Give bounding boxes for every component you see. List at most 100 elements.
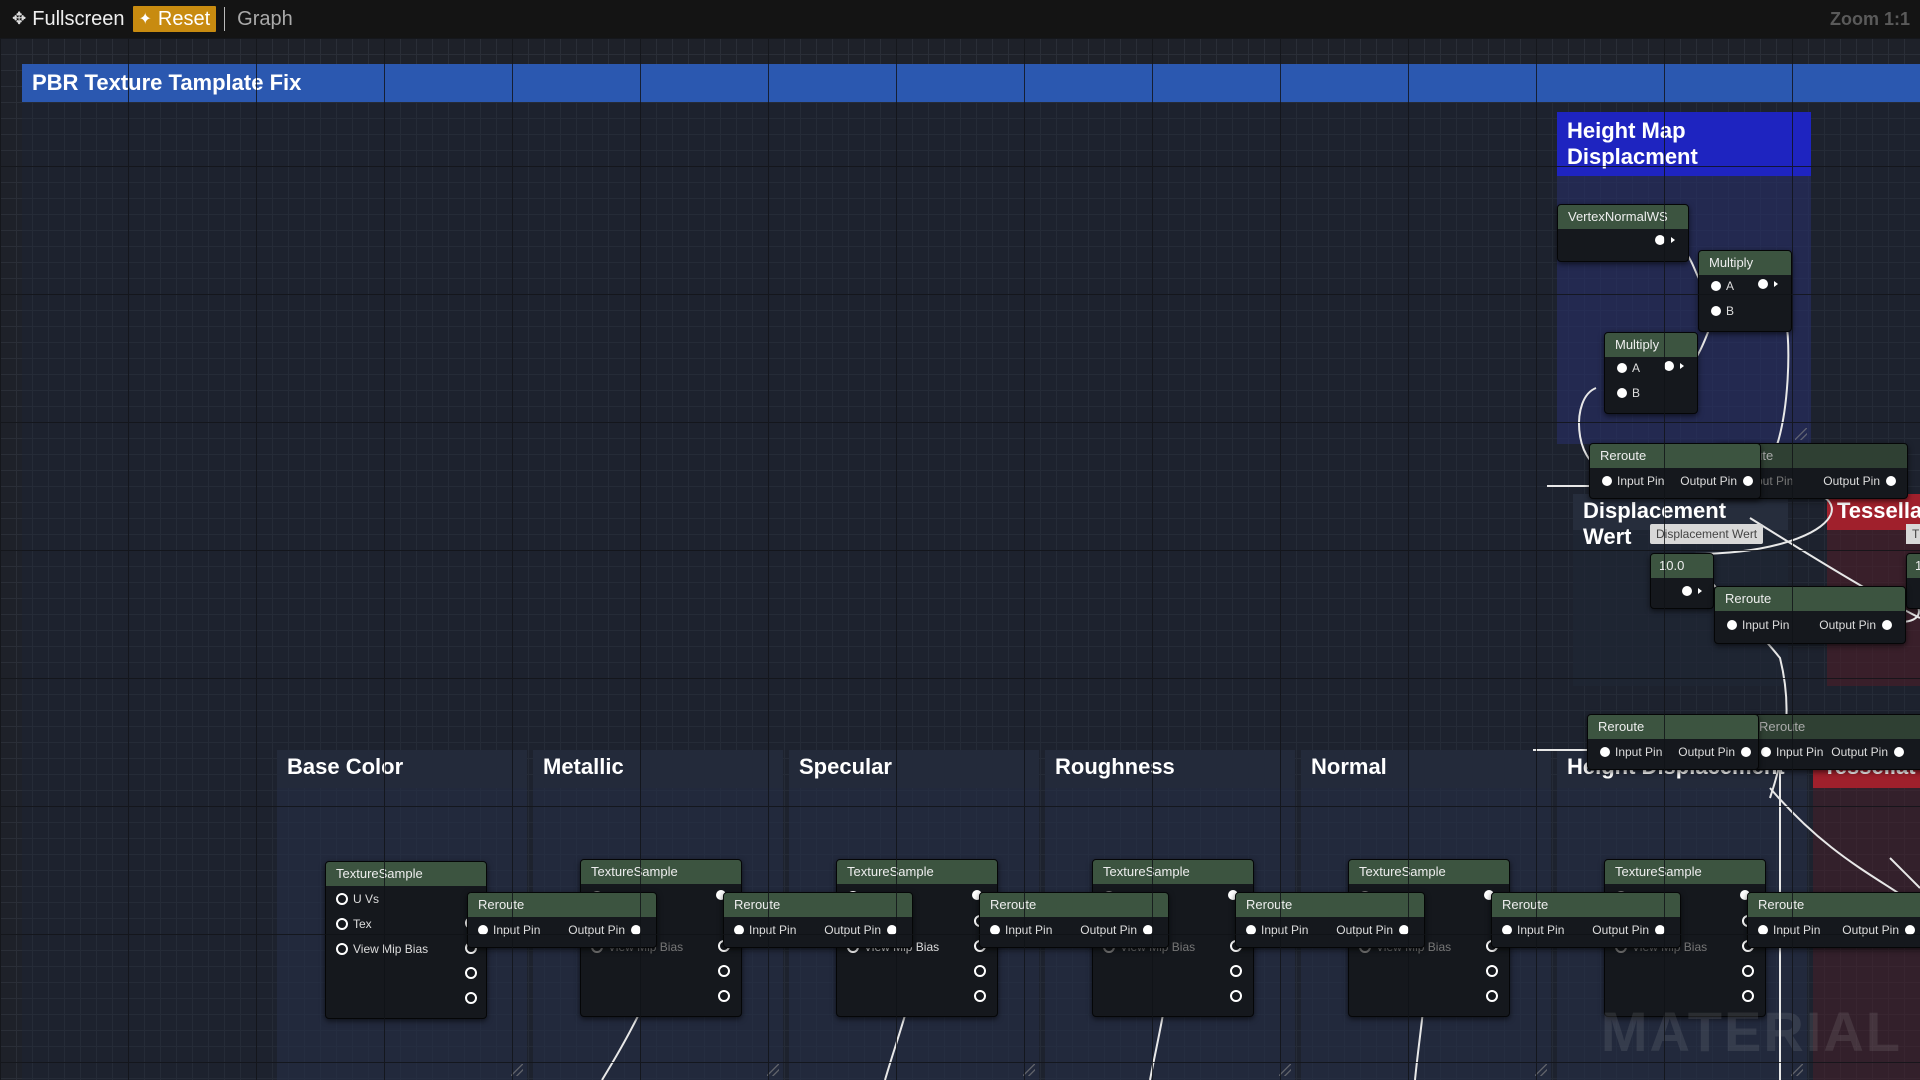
fullscreen-button[interactable]: ✥ Fullscreen bbox=[8, 0, 129, 38]
node-title: TextureSample bbox=[1349, 860, 1509, 884]
input-pin[interactable]: Input Pin bbox=[1246, 923, 1308, 937]
reset-label: Reset bbox=[157, 7, 211, 30]
node-reroute-roughness[interactable]: Reroute Input Pin Output Pin bbox=[1235, 892, 1425, 948]
input-pin[interactable]: Input Pin bbox=[1602, 474, 1664, 488]
input-pin[interactable]: Input Pin bbox=[1758, 923, 1820, 937]
pin-tex[interactable]: Tex bbox=[336, 917, 372, 931]
pin-a[interactable]: A bbox=[1711, 279, 1734, 293]
output-pin[interactable]: Output Pin bbox=[824, 923, 902, 937]
output-pin[interactable] bbox=[1758, 279, 1781, 289]
pin-mip[interactable]: View Mip Bias bbox=[336, 942, 428, 956]
output-pin[interactable] bbox=[465, 967, 482, 979]
pin-uvs[interactable]: U Vs bbox=[336, 892, 379, 906]
node-title: TextureSample bbox=[1605, 860, 1765, 884]
resize-handle[interactable] bbox=[1795, 428, 1807, 440]
input-pin[interactable]: Input Pin bbox=[1600, 745, 1662, 759]
resize-handle[interactable] bbox=[1791, 1064, 1803, 1076]
output-pin[interactable] bbox=[1664, 361, 1687, 371]
material-watermark: MATERIAL bbox=[1600, 1000, 1902, 1063]
output-pin[interactable]: Output Pin bbox=[1680, 474, 1758, 488]
node-title: TextureSample bbox=[581, 860, 741, 884]
node-value: 10.0 bbox=[1651, 554, 1713, 578]
comment-title-pbr: PBR Texture Tamplate Fix bbox=[22, 64, 1920, 102]
expand-icon: ✥ bbox=[12, 9, 27, 28]
node-title: TextureSample bbox=[1093, 860, 1253, 884]
resize-handle[interactable] bbox=[1279, 1064, 1291, 1076]
input-pin[interactable]: Input Pin bbox=[1727, 618, 1789, 632]
output-pin[interactable]: Output Pin bbox=[568, 923, 646, 937]
node-reroute-normal[interactable]: Reroute Input Pin Output Pin bbox=[1491, 892, 1681, 948]
output-pin[interactable]: Output Pin bbox=[1819, 618, 1897, 632]
node-reroute-metallic[interactable]: Reroute Input Pin Output Pin bbox=[723, 892, 913, 948]
graph-tab[interactable]: Graph bbox=[233, 0, 297, 38]
output-pin[interactable] bbox=[1682, 586, 1705, 596]
tess-param-label: T bbox=[1906, 524, 1920, 544]
node-tess-parameter[interactable]: 1 bbox=[1906, 553, 1920, 609]
node-title: Reroute bbox=[1748, 893, 1920, 917]
output-pin[interactable] bbox=[465, 992, 482, 1004]
node-title: TextureSample bbox=[326, 862, 486, 886]
node-title: Multiply bbox=[1605, 333, 1697, 357]
toolbar: ✥ Fullscreen ✦ Reset Graph Zoom 1:1 bbox=[0, 0, 1920, 39]
input-pin[interactable]: Input Pin bbox=[734, 923, 796, 937]
comment-title-roughness: Roughness bbox=[1045, 750, 1295, 788]
node-multiply-1[interactable]: Multiply A B bbox=[1698, 250, 1792, 332]
output-pin[interactable] bbox=[1486, 990, 1503, 1002]
output-pin[interactable]: Output Pin bbox=[1080, 923, 1158, 937]
resize-handle[interactable] bbox=[511, 1064, 523, 1076]
node-reroute-base-color[interactable]: Reroute Input Pin Output Pin bbox=[467, 892, 657, 948]
node-title: Reroute bbox=[468, 893, 656, 917]
node-reroute-ghost-mid[interactable]: Reroute Input Pin Output Pin bbox=[1748, 714, 1920, 770]
output-pin[interactable] bbox=[974, 965, 991, 977]
resize-handle[interactable] bbox=[1535, 1064, 1547, 1076]
output-pin[interactable] bbox=[1230, 990, 1247, 1002]
comment-title-normal: Normal bbox=[1301, 750, 1551, 788]
node-reroute-height-in[interactable]: Reroute Input Pin Output Pin bbox=[1587, 714, 1759, 770]
node-reroute-specular[interactable]: Reroute Input Pin Output Pin bbox=[979, 892, 1169, 948]
output-pin[interactable] bbox=[1486, 965, 1503, 977]
output-pin[interactable]: Output Pin bbox=[1592, 923, 1670, 937]
node-reroute-height[interactable]: Reroute Input Pin Output Pin bbox=[1747, 892, 1920, 948]
node-vertex-normal[interactable]: VertexNormalWS bbox=[1557, 204, 1689, 262]
node-reroute-displacement-in[interactable]: Reroute Input Pin Output Pin bbox=[1589, 443, 1761, 499]
output-pin[interactable] bbox=[1742, 965, 1759, 977]
fullscreen-label: Fullscreen bbox=[32, 7, 125, 30]
node-scalar-parameter[interactable]: 10.0 bbox=[1650, 553, 1714, 609]
node-reroute-displacement-out[interactable]: Reroute Input Pin Output Pin bbox=[1714, 586, 1906, 644]
node-texture-sample-base-color[interactable]: TextureSample U Vs Tex View Mip Bias bbox=[325, 861, 487, 1019]
output-pin[interactable]: Output Pin bbox=[1842, 923, 1920, 937]
comment-title-specular: Specular bbox=[789, 750, 1039, 788]
comment-title-metallic: Metallic bbox=[533, 750, 783, 788]
output-pin[interactable]: Output Pin bbox=[1823, 474, 1901, 488]
node-title: Reroute bbox=[1749, 715, 1920, 739]
input-pin[interactable]: Input Pin bbox=[1502, 923, 1564, 937]
node-multiply-2[interactable]: Multiply A B bbox=[1604, 332, 1698, 414]
graph-canvas[interactable]: PBR Texture Tamplate Fix Height Map Disp… bbox=[0, 38, 1920, 1080]
input-pin[interactable]: Input Pin bbox=[990, 923, 1052, 937]
output-pin[interactable] bbox=[1230, 965, 1247, 977]
node-title: Reroute bbox=[1590, 444, 1760, 468]
pin-b[interactable]: B bbox=[1617, 386, 1640, 400]
node-title: Reroute bbox=[1492, 893, 1680, 917]
param-name-label: Displacement Wert bbox=[1650, 524, 1764, 544]
reset-button[interactable]: ✦ Reset bbox=[132, 6, 217, 32]
comment-title-height-map: Height Map Displacment bbox=[1557, 112, 1811, 176]
resize-handle[interactable] bbox=[767, 1064, 779, 1076]
pin-a[interactable]: A bbox=[1617, 361, 1640, 375]
output-pin[interactable] bbox=[1655, 235, 1678, 245]
node-title: TextureSample bbox=[837, 860, 997, 884]
pin-b[interactable]: B bbox=[1711, 304, 1734, 318]
node-title: Reroute bbox=[724, 893, 912, 917]
toolbar-divider bbox=[224, 7, 226, 31]
output-pin[interactable] bbox=[718, 990, 735, 1002]
output-pin[interactable]: Output Pin bbox=[1831, 745, 1909, 759]
node-title: Reroute bbox=[1236, 893, 1424, 917]
zoom-indicator: Zoom 1:1 bbox=[1829, 8, 1910, 29]
output-pin[interactable]: Output Pin bbox=[1336, 923, 1414, 937]
output-pin[interactable]: Output Pin bbox=[1678, 745, 1756, 759]
input-pin[interactable]: Input Pin bbox=[1761, 745, 1823, 759]
output-pin[interactable] bbox=[718, 965, 735, 977]
resize-handle[interactable] bbox=[1023, 1064, 1035, 1076]
output-pin[interactable] bbox=[974, 990, 991, 1002]
input-pin[interactable]: Input Pin bbox=[478, 923, 540, 937]
